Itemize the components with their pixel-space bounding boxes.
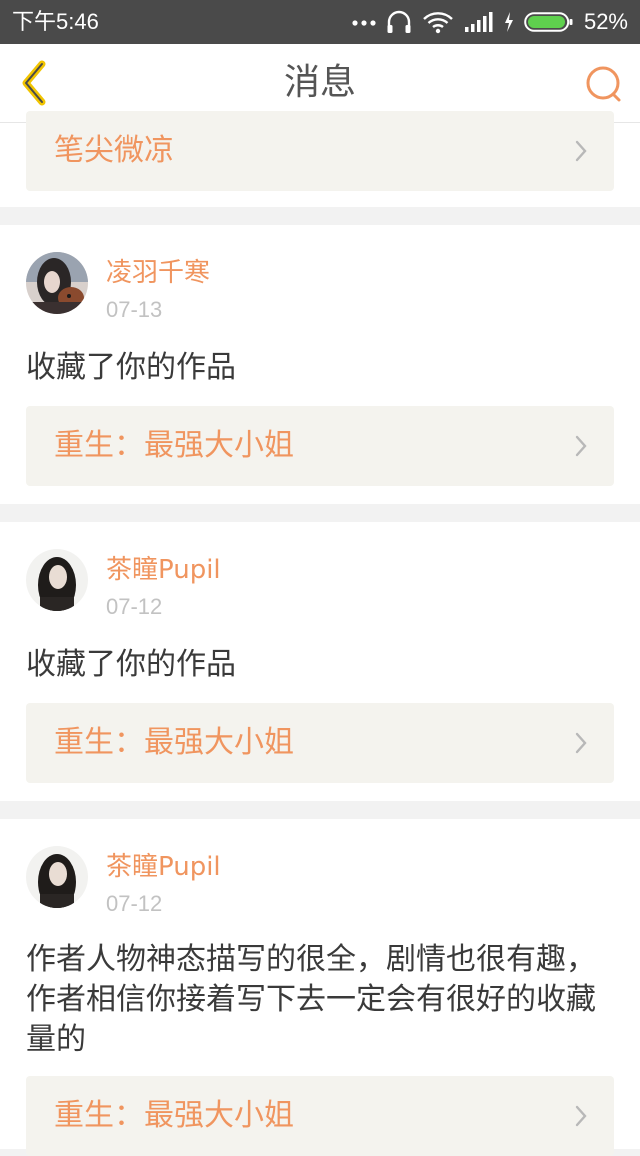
message-text: 收藏了你的作品: [26, 647, 236, 682]
status-icons: 52%: [352, 7, 628, 37]
card-separator: [0, 801, 640, 819]
work-title: 重生：最强大小姐: [54, 725, 294, 760]
search-icon[interactable]: [582, 62, 626, 106]
status-bar: 下午5:46 52%: [0, 0, 640, 44]
headphones-icon: [387, 10, 411, 33]
card-separator: [0, 207, 640, 225]
username[interactable]: 凌羽千寒: [106, 258, 210, 288]
message-card: 茶瞳Pupil 07-12 收藏了你的作品 重生：最强大小姐: [0, 522, 640, 801]
message-date: 07-12: [106, 594, 163, 619]
page-title: 消息: [283, 62, 356, 103]
message-list: 笔尖微凉 凌羽千寒 07-13 收藏了你的作品 重生：最强大小姐 茶瞳Pupil…: [0, 111, 640, 1156]
signal-icon: [464, 12, 493, 32]
card-separator: [0, 504, 640, 522]
work-title: 重生：最强大小姐: [54, 428, 294, 463]
chevron-right-icon: [575, 1105, 587, 1127]
chevron-right-icon: [575, 732, 587, 754]
work-link[interactable]: 重生：最强大小姐: [26, 1076, 614, 1156]
work-link[interactable]: 笔尖微凉: [26, 111, 614, 191]
avatar[interactable]: [26, 549, 88, 611]
message-text: 作者人物神态描写的很全，剧情也很有趣，作者相信你接着写下去一定会有很好的收藏量的: [26, 942, 596, 1057]
chevron-right-icon: [575, 140, 587, 162]
battery-percent: 52%: [583, 9, 628, 34]
message-card: 笔尖微凉: [0, 111, 640, 207]
message-card: 茶瞳Pupil 07-12 作者人物神态描写的很全，剧情也很有趣，作者相信你接着…: [0, 819, 640, 1156]
avatar[interactable]: [26, 252, 88, 314]
message-date: 07-12: [106, 891, 163, 916]
status-time: 下午5:46: [12, 9, 99, 34]
work-link[interactable]: 重生：最强大小姐: [26, 406, 614, 486]
message-date: 07-13: [106, 297, 163, 322]
message-card: 凌羽千寒 07-13 收藏了你的作品 重生：最强大小姐: [0, 225, 640, 504]
work-title: 重生：最强大小姐: [54, 1098, 294, 1133]
more-dots-icon: [352, 20, 376, 26]
charging-icon: [504, 12, 513, 32]
battery-icon: [524, 12, 573, 32]
work-link[interactable]: 重生：最强大小姐: [26, 703, 614, 783]
avatar[interactable]: [26, 846, 88, 908]
username[interactable]: 茶瞳Pupil: [106, 555, 221, 585]
work-title: 笔尖微凉: [54, 133, 174, 168]
wifi-icon: [423, 12, 453, 34]
chevron-right-icon: [575, 435, 587, 457]
message-text: 收藏了你的作品: [26, 350, 236, 385]
username[interactable]: 茶瞳Pupil: [106, 852, 221, 882]
